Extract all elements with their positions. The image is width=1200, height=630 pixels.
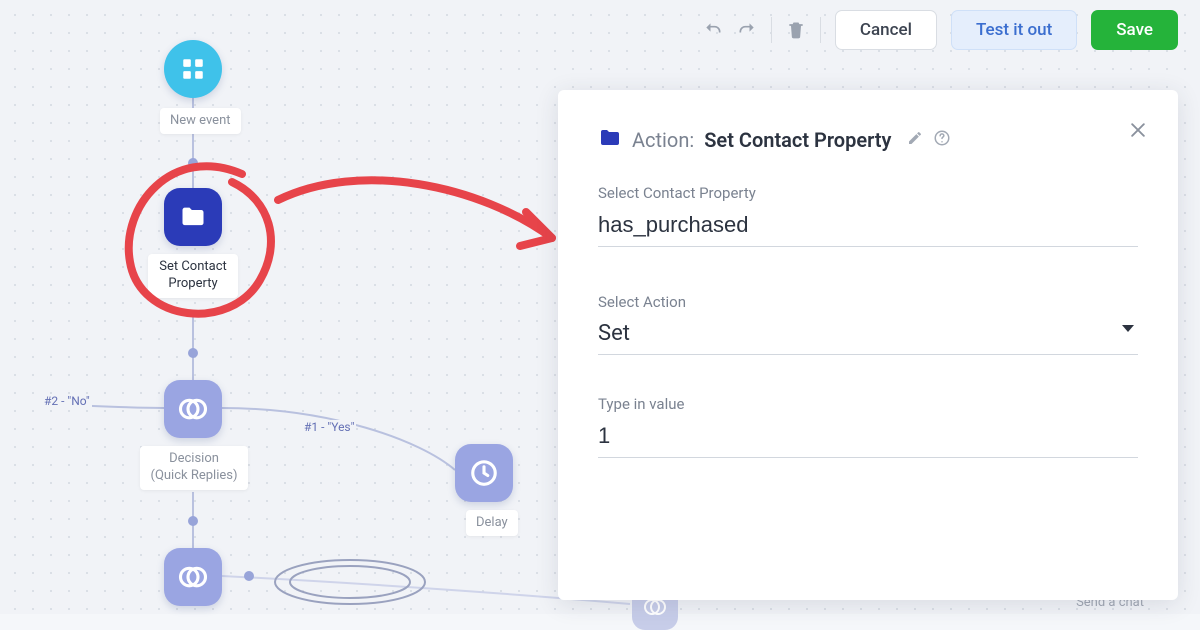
arrow-illustration (270, 140, 580, 280)
decision-icon (178, 562, 208, 592)
scribble-ellipse-illustration (270, 555, 430, 610)
folder-icon (179, 203, 207, 231)
set-contact-node[interactable] (164, 188, 222, 246)
new-event-node[interactable] (164, 40, 222, 98)
edit-icon[interactable] (907, 130, 923, 150)
new-event-label: New event (160, 108, 241, 134)
panel-header: Action: Set Contact Property (598, 126, 1138, 154)
type-in-value-label: Type in value (598, 395, 1138, 413)
decision-node[interactable] (164, 380, 222, 438)
contact-property-input[interactable] (598, 202, 1138, 247)
select-action-dropdown[interactable]: Set (598, 311, 1138, 355)
connector-dot (244, 571, 254, 581)
cancel-button[interactable]: Cancel (835, 10, 937, 50)
value-input[interactable] (598, 413, 1138, 458)
delay-label: Delay (466, 510, 518, 536)
select-action-label: Select Action (598, 293, 1138, 311)
chevron-down-icon (1122, 325, 1134, 332)
toolbar-divider (820, 17, 821, 43)
save-button[interactable]: Save (1091, 10, 1178, 50)
edge-label-yes: #1 - "Yes" (302, 420, 356, 434)
contact-property-label: Select Contact Property (598, 184, 1138, 202)
test-it-out-button[interactable]: Test it out (951, 10, 1077, 50)
edge-label-no: #2 - "No" (42, 394, 92, 408)
trash-icon[interactable] (786, 19, 806, 41)
toolbar-divider (771, 17, 772, 43)
help-icon[interactable] (933, 129, 951, 151)
folder-icon (598, 126, 622, 154)
clock-icon (469, 458, 499, 488)
connector-dot (188, 516, 198, 526)
redo-icon[interactable] (737, 20, 757, 40)
action-properties-panel: Action: Set Contact Property Select Cont… (558, 90, 1178, 600)
connector-dot (188, 348, 198, 358)
panel-title-prefix: Action: (632, 128, 694, 152)
set-contact-label: Set Contact Property (148, 254, 238, 298)
top-toolbar: Cancel Test it out Save (703, 10, 1178, 50)
decision-node-2[interactable] (164, 548, 222, 606)
select-action-value: Set (598, 321, 630, 346)
decision-label: Decision (Quick Replies) (140, 446, 248, 490)
grid-apps-icon (180, 56, 206, 82)
panel-title-name: Set Contact Property (704, 128, 891, 152)
delay-node[interactable] (455, 444, 513, 502)
connector-dot (188, 158, 198, 168)
decision-icon (178, 394, 208, 424)
close-icon[interactable] (1128, 120, 1148, 144)
undo-icon[interactable] (703, 20, 723, 40)
